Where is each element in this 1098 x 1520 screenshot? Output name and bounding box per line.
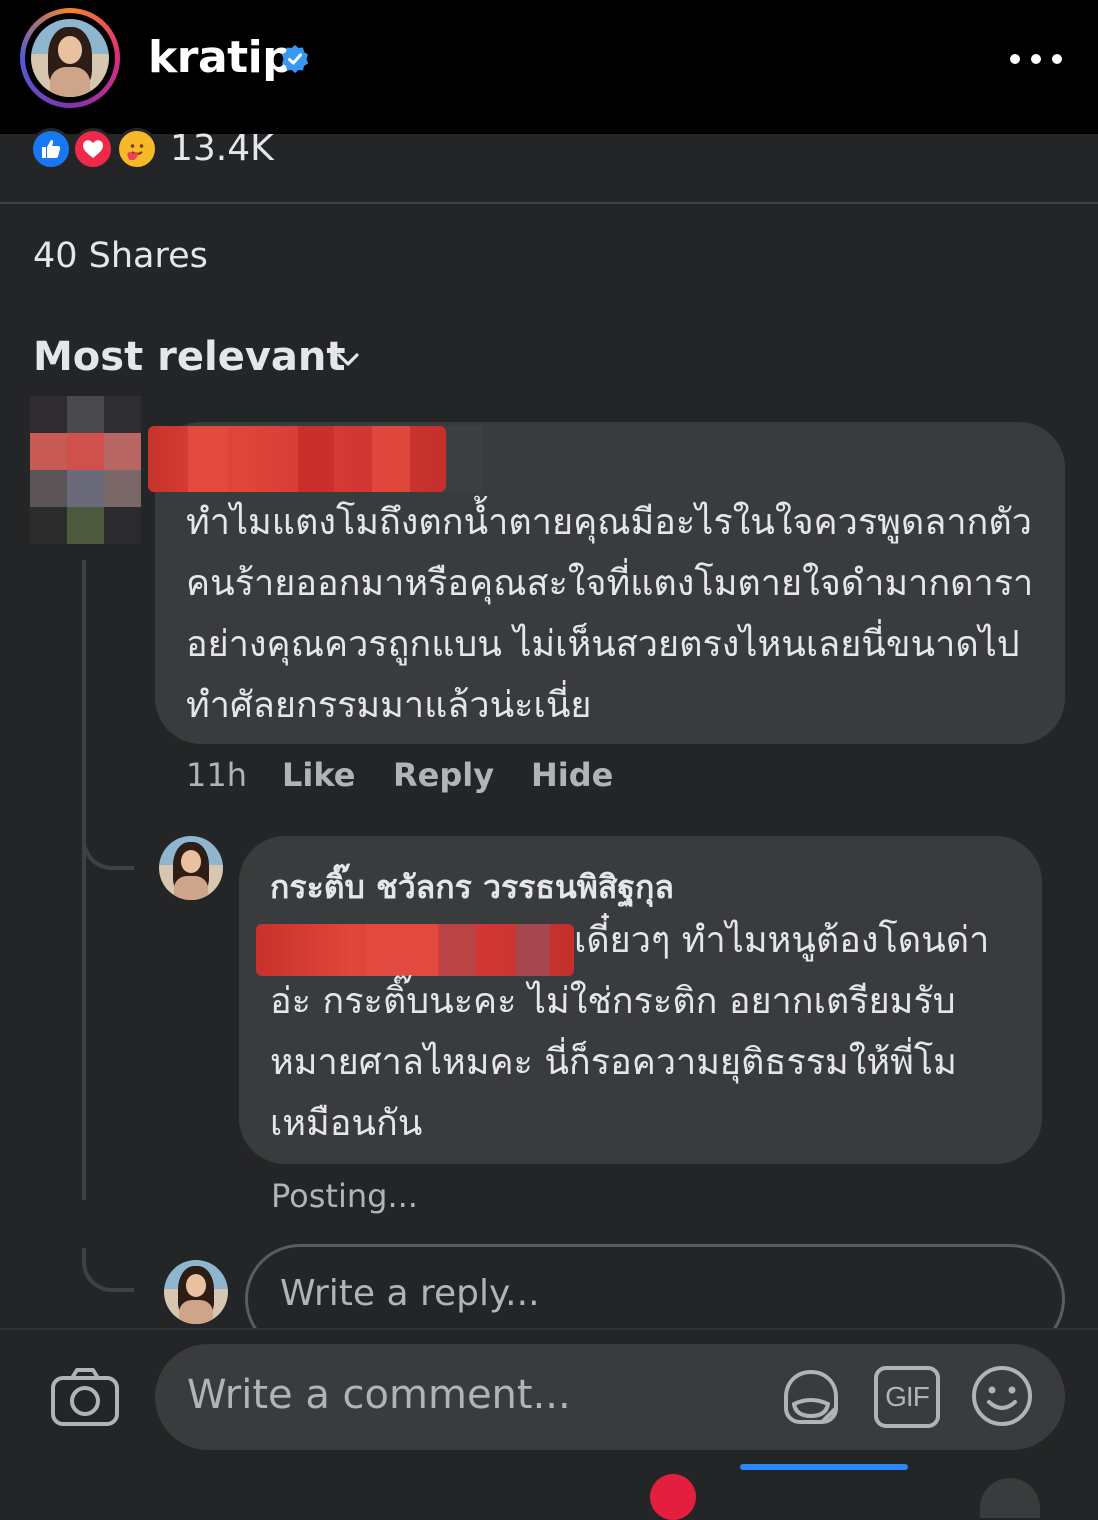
- more-horizontal-icon[interactable]: [1010, 48, 1062, 70]
- thread-line: [82, 560, 86, 1200]
- divider: [0, 202, 1098, 204]
- current-user-avatar: [164, 1260, 228, 1324]
- verified-badge-icon: [282, 45, 308, 73]
- reply-author-avatar[interactable]: [159, 836, 223, 900]
- reply-author-name[interactable]: กระติ๊บ ชวัลกร วรรธนพิสิฐกุล: [270, 862, 674, 913]
- love-icon: [72, 128, 114, 170]
- reaction-count[interactable]: 13.4K: [170, 128, 274, 169]
- comment-timestamp: 11h: [186, 756, 247, 794]
- sort-dropdown-label[interactable]: Most relevant: [33, 334, 346, 380]
- reply-button[interactable]: Reply: [393, 756, 494, 794]
- sticker-icon[interactable]: [778, 1364, 844, 1430]
- care-icon: [116, 128, 158, 170]
- comment-input-placeholder: Write a comment...: [187, 1372, 571, 1418]
- redacted-author-name: [148, 426, 446, 492]
- chevron-down-icon[interactable]: [334, 346, 362, 374]
- gif-icon[interactable]: GIF: [874, 1366, 940, 1428]
- share-count[interactable]: 40 Shares: [33, 236, 208, 276]
- gif-label: GIF: [885, 1381, 930, 1412]
- redacted-commenter-avatar[interactable]: [30, 396, 142, 544]
- reply-input-placeholder: Write a reply...: [280, 1273, 540, 1314]
- camera-icon[interactable]: [50, 1366, 120, 1428]
- tab-indicator: [740, 1464, 908, 1470]
- redaction-edge: [446, 426, 482, 492]
- notification-badge: [650, 1474, 696, 1520]
- avatar-photo: [31, 19, 109, 97]
- profile-avatar[interactable]: [20, 8, 120, 108]
- thread-connector: [82, 826, 134, 870]
- reply-text: เดี๋ยวๆ ทำไมหนูต้องโดนด่า อ่ะ กระติ๊บนะค…: [270, 920, 990, 1144]
- profile-username[interactable]: kratip: [148, 32, 294, 83]
- like-button[interactable]: Like: [282, 756, 355, 794]
- post-header: kratip: [0, 0, 1098, 134]
- thread-connector: [82, 1248, 134, 1292]
- posting-status: Posting...: [271, 1177, 418, 1215]
- hide-button[interactable]: Hide: [531, 756, 613, 794]
- comment-text: ทำไมแตงโมถึงตกน้ำตายคุณมีอะไรในใจควรพูดล…: [186, 502, 1034, 726]
- like-icon: [30, 128, 72, 170]
- emoji-icon[interactable]: [970, 1364, 1034, 1428]
